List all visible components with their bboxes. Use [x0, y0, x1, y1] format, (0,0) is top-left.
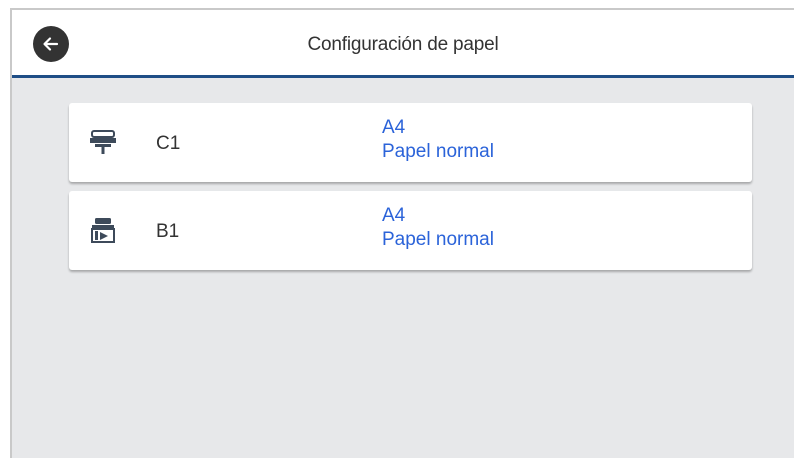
page-title: Configuración de papel [307, 34, 499, 55]
paper-type-value: Papel normal [382, 141, 494, 162]
paper-source-item-c1[interactable]: C1 A4 Papel normal [69, 103, 752, 182]
paper-source-item-b1[interactable]: B1 A4 Papel normal [69, 191, 752, 270]
paper-source-label: C1 [156, 133, 181, 154]
paper-size-value: A4 [382, 117, 406, 138]
paper-size-value: A4 [382, 205, 406, 226]
roll-paper-feeder-icon [90, 130, 116, 154]
paper-source-label: B1 [156, 221, 180, 242]
paper-type-value: Papel normal [382, 229, 494, 250]
printer-screen: Configuración de papel C1 A4 Papel norma… [10, 8, 794, 458]
header-bar: Configuración de papel [12, 10, 794, 78]
manual-feed-tray-icon [91, 218, 115, 243]
